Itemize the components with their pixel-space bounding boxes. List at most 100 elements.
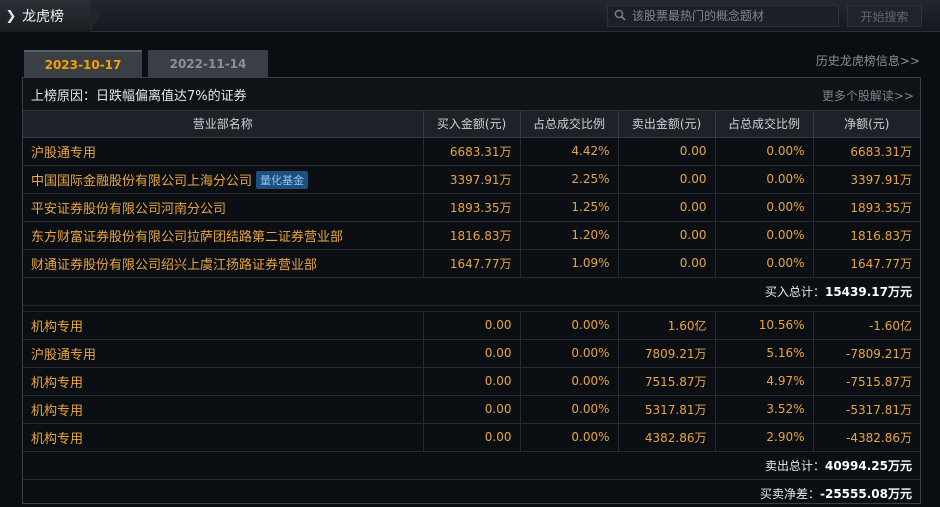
broker-name-cell[interactable]: 中国国际金融股份有限公司上海分公司 量化基金 [23, 165, 424, 194]
buy-pct-cell: 0.00% [520, 311, 619, 340]
buy-pct-cell: 0.00% [520, 395, 619, 424]
history-link[interactable]: 历史龙虎榜信息>> [816, 52, 920, 69]
broker-name[interactable]: 沪股通专用 [31, 348, 96, 363]
table-row[interactable]: 财通证券股份有限公司绍兴上虞江扬路证券营业部 1647.77万 1.09% 0.00 0… [23, 249, 920, 278]
search-box[interactable] [607, 5, 839, 27]
more-analysis-link[interactable]: 更多个股解读>> [822, 87, 914, 104]
sell-pct-cell: 2.90% [715, 423, 814, 452]
sell-pct-cell: 0.00% [715, 137, 814, 166]
broker-name[interactable]: 中国国际金融股份有限公司上海分公司 [31, 174, 252, 189]
tab-date-previous[interactable]: 2022-11-14 [148, 50, 268, 77]
net-amount-cell: -7515.87万 [813, 367, 920, 396]
table-row[interactable]: 沪股通专用 6683.31万 4.42% 0.00 0.00% 6683.31万 [23, 137, 920, 166]
net-amount-cell: -1.60亿 [813, 311, 920, 340]
broker-name-cell[interactable]: 机构专用 [23, 367, 424, 396]
sell-amount-cell: 0.00 [618, 165, 716, 194]
search-input[interactable] [632, 9, 832, 23]
buy-amount-cell: 1816.83万 [423, 221, 521, 250]
reason-label: 上榜原因： [31, 88, 97, 104]
sell-total-row: 卖出总计：40994.25万元 [23, 451, 920, 480]
buy-amount-cell: 0.00 [423, 395, 521, 424]
sell-pct-cell: 0.00% [715, 165, 814, 194]
col-header-net: 净额(元) [813, 111, 920, 138]
net-amount-cell: -5317.81万 [813, 395, 920, 424]
broker-name[interactable]: 财通证券股份有限公司绍兴上虞江扬路证券营业部 [31, 258, 317, 273]
buy-amount-cell: 0.00 [423, 339, 521, 368]
sell-amount-cell: 4382.86万 [618, 423, 716, 452]
sell-total-label: 卖出总计： [764, 458, 825, 473]
broker-name-cell[interactable]: 机构专用 [23, 423, 424, 452]
table-row[interactable]: 机构专用 0.00 0.00% 7515.87万 4.97% -7515.87万 [23, 367, 920, 396]
buy-amount-cell: 3397.91万 [423, 165, 521, 194]
sell-total-value: 40994.25万元 [824, 458, 912, 473]
buy-total-row: 买入总计：15439.17万元 [23, 277, 920, 306]
broker-name-cell[interactable]: 机构专用 [23, 395, 424, 424]
col-header-sell: 卖出金额(元) [618, 111, 716, 138]
sell-amount-cell: 0.00 [618, 137, 716, 166]
table-row[interactable]: 平安证券股份有限公司河南分公司 1893.35万 1.25% 0.00 0.00% 189… [23, 193, 920, 222]
sell-amount-cell: 7809.21万 [618, 339, 716, 368]
table-row[interactable]: 中国国际金融股份有限公司上海分公司 量化基金 3397.91万 2.25% 0.00 0.… [23, 165, 920, 194]
date-tabs: 2023-10-17 2022-11-14 [24, 50, 268, 77]
buy-pct-cell: 1.25% [520, 193, 619, 222]
sell-amount-cell: 0.00 [618, 249, 716, 278]
buy-amount-cell: 0.00 [423, 311, 521, 340]
sell-pct-cell: 5.16% [715, 339, 814, 368]
net-label: 买卖净差： [759, 486, 820, 501]
buy-pct-cell: 0.00% [520, 423, 619, 452]
app-title: 龙虎榜 [22, 9, 64, 25]
broker-name-cell[interactable]: 东方财富证券股份有限公司拉萨团结路第二证券营业部 [23, 221, 424, 250]
table-row[interactable]: 机构专用 0.00 0.00% 4382.86万 2.90% -4382.86万 [23, 423, 920, 452]
broker-name[interactable]: 机构专用 [31, 404, 83, 419]
sell-amount-cell: 0.00 [618, 221, 716, 250]
net-total-row: 买卖净差：-25555.08万元 [23, 479, 920, 507]
broker-name-cell[interactable]: 沪股通专用 [23, 137, 424, 166]
sell-pct-cell: 0.00% [715, 193, 814, 222]
sell-amount-cell: 1.60亿 [618, 311, 716, 340]
buy-pct-cell: 4.42% [520, 137, 619, 166]
broker-name[interactable]: 沪股通专用 [31, 146, 96, 161]
reason-value: 日跌幅偏离值达7%的证券 [96, 88, 247, 104]
table-row[interactable]: 机构专用 0.00 0.00% 5317.81万 3.52% -5317.81万 [23, 395, 920, 424]
buy-amount-cell: 0.00 [423, 367, 521, 396]
broker-name-cell[interactable]: 平安证券股份有限公司河南分公司 [23, 193, 424, 222]
net-amount-cell: 1893.35万 [813, 193, 920, 222]
broker-name-cell[interactable]: 财通证券股份有限公司绍兴上虞江扬路证券营业部 [23, 249, 424, 278]
reason-bar: 上榜原因： 日跌幅偏离值达7%的证券 更多个股解读>> [23, 78, 920, 111]
broker-name[interactable]: 机构专用 [31, 376, 83, 391]
top-bar: ❯ 龙虎榜 开始搜索 [0, 0, 940, 32]
table-row[interactable]: 东方财富证券股份有限公司拉萨团结路第二证券营业部 1816.83万 1.20% 0.0… [23, 221, 920, 250]
net-amount-cell: 3397.91万 [813, 165, 920, 194]
search-button[interactable]: 开始搜索 [847, 5, 922, 27]
broker-tag-badge[interactable]: 量化基金 [256, 170, 309, 189]
buy-amount-cell: 1647.77万 [423, 249, 521, 278]
buy-amount-cell: 6683.31万 [423, 137, 521, 166]
tab-date-current[interactable]: 2023-10-17 [24, 50, 142, 77]
table-row[interactable]: 机构专用 0.00 0.00% 1.60亿 10.56% -1.60亿 [23, 311, 920, 340]
net-amount-cell: -4382.86万 [813, 423, 920, 452]
broker-name-cell[interactable]: 机构专用 [23, 311, 424, 340]
table-row[interactable]: 沪股通专用 0.00 0.00% 7809.21万 5.16% -7809.21万 [23, 339, 920, 368]
broker-name[interactable]: 东方财富证券股份有限公司拉萨团结路第二证券营业部 [31, 230, 343, 245]
sell-amount-cell: 5317.81万 [618, 395, 716, 424]
buy-amount-cell: 1893.35万 [423, 193, 521, 222]
app-title-tab[interactable]: ❯ 龙虎榜 [0, 0, 100, 32]
broker-name[interactable]: 机构专用 [31, 320, 83, 335]
broker-table: 营业部名称 买入金额(元) 占总成交比例 卖出金额(元) 占总成交比例 净额(元… [23, 111, 920, 507]
net-amount-cell: -7809.21万 [813, 339, 920, 368]
broker-name[interactable]: 机构专用 [31, 432, 83, 447]
chevron-right-icon: ❯ [5, 8, 17, 24]
buy-total-value: 15439.17万元 [824, 284, 912, 299]
lhb-panel: 上榜原因： 日跌幅偏离值达7%的证券 更多个股解读>> 营业部名称 买入金额(元… [22, 77, 921, 504]
sell-pct-cell: 0.00% [715, 221, 814, 250]
buy-pct-cell: 1.09% [520, 249, 619, 278]
col-header-buy-pct: 占总成交比例 [520, 111, 619, 138]
sell-pct-cell: 3.52% [715, 395, 814, 424]
broker-name[interactable]: 平安证券股份有限公司河南分公司 [31, 202, 226, 217]
broker-name-cell[interactable]: 沪股通专用 [23, 339, 424, 368]
net-amount-cell: 1816.83万 [813, 221, 920, 250]
table-header-row: 营业部名称 买入金额(元) 占总成交比例 卖出金额(元) 占总成交比例 净额(元… [23, 111, 920, 138]
net-amount-cell: 6683.31万 [813, 137, 920, 166]
sell-rows: 机构专用 0.00 0.00% 1.60亿 10.56% -1.60亿 沪股通专用 0.00 0… [23, 311, 920, 452]
net-amount-cell: 1647.77万 [813, 249, 920, 278]
